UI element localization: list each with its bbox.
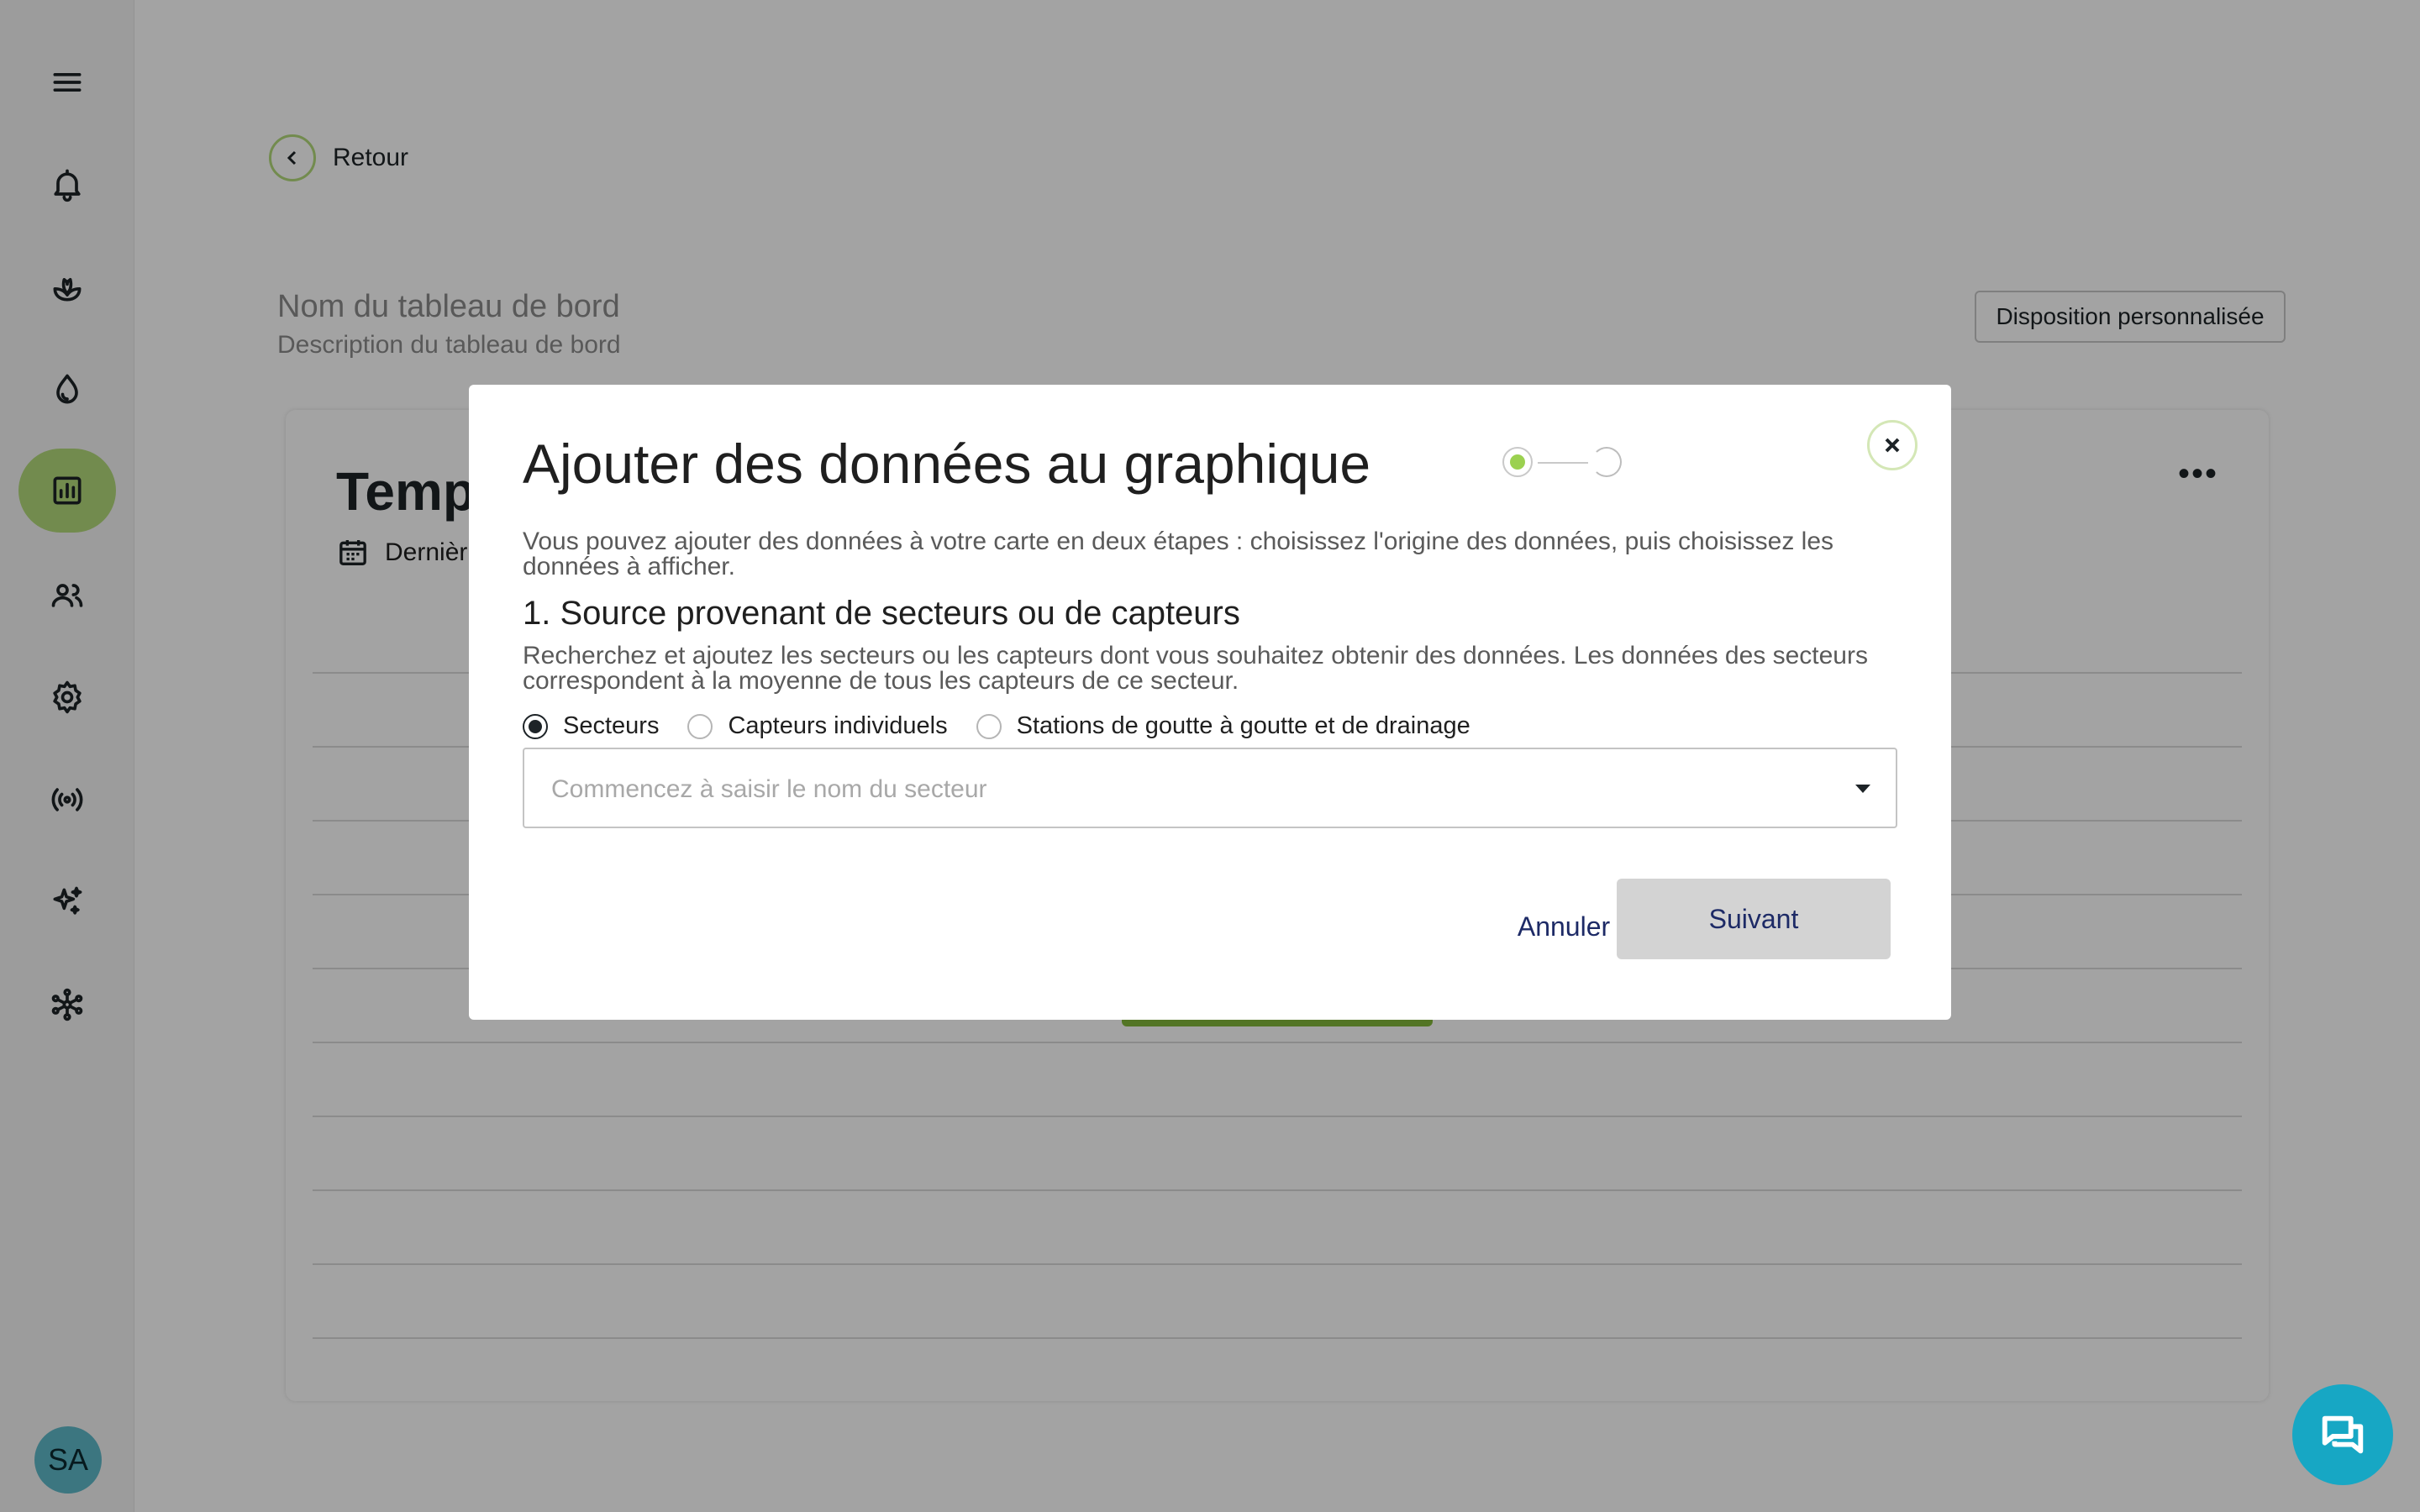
stepper	[1502, 445, 1628, 479]
radio-label: Capteurs individuels	[728, 712, 948, 739]
add-data-dialog: Ajouter des données au graphique Vous po…	[469, 385, 1951, 1020]
radio-label: Secteurs	[563, 712, 660, 739]
radio-drip-drain-stations[interactable]: Stations de goutte à goutte et de draina…	[976, 712, 1470, 740]
chat-icon	[2322, 1415, 2364, 1454]
close-icon	[1885, 438, 1900, 453]
close-button[interactable]	[1867, 420, 1918, 470]
step-1-indicator	[1502, 447, 1533, 477]
radio-sectors[interactable]: Secteurs	[523, 712, 659, 740]
step-connector	[1538, 462, 1588, 464]
section-help: Recherchez et ajoutez les secteurs ou le…	[523, 642, 1868, 695]
sector-search-field[interactable]	[523, 748, 1897, 828]
chevron-down-icon[interactable]	[1855, 785, 1870, 793]
dialog-title: Ajouter des données au graphique	[523, 433, 1371, 495]
radio-label: Stations de goutte à goutte et de draina…	[1016, 712, 1470, 739]
section-title: 1. Source provenant de secteurs ou de ca…	[523, 595, 1240, 632]
step-2-indicator	[1591, 447, 1622, 477]
next-button[interactable]: Suivant	[1617, 879, 1891, 959]
chat-support-button[interactable]	[2292, 1384, 2393, 1485]
radio-individual-sensors[interactable]: Capteurs individuels	[687, 712, 948, 740]
dialog-intro: Vous pouvez ajouter des données à votre …	[523, 528, 1834, 580]
sector-search-input[interactable]	[551, 769, 1812, 810]
source-radio-group: Secteurs Capteurs individuels Stations d…	[523, 712, 1499, 740]
